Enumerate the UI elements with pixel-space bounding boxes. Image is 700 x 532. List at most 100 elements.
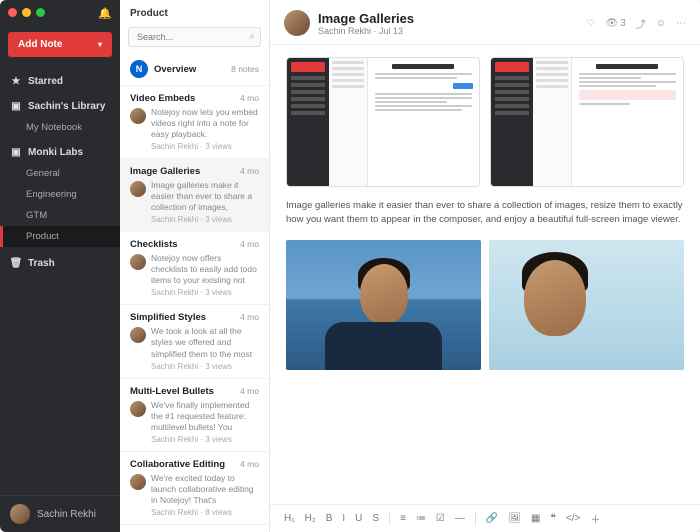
note-header: Image Galleries Sachin Rekhi · Jul 13 ♡ … [270,0,700,45]
sidebar-item-workspace[interactable]: ▣ Monki Labs [0,142,120,163]
list-item-snippet: We've finally implemented the #1 request… [151,400,259,433]
image-gallery[interactable] [286,240,684,370]
toolbar-button[interactable]: H₂ [305,513,316,524]
avatar [10,504,30,524]
list-item-snippet: Image galleries make it easier than ever… [151,180,259,213]
avatar [130,108,146,124]
note-actions: ♡ 👁 3 ⤴ ☺ ⋯ [587,16,686,31]
sidebar-item-library[interactable]: ▣ Sachin's Library [0,96,120,117]
list-item-snippet: Notejoy now lets you embed videos right … [151,107,259,140]
list-item[interactable]: Checklists4 mo Notejoy now offers checkl… [120,232,269,305]
more-button[interactable]: ⋯ [676,18,686,29]
user-footer[interactable]: Sachin Rekhi [0,495,120,532]
sidebar-label: Trash [28,258,55,269]
note-title: Image Galleries [318,11,414,26]
list-item-snippet: We took a look at all the styles we offe… [151,326,259,359]
list-item-title: Collaborative Editing [130,459,225,470]
like-button[interactable]: ♡ [587,18,596,29]
trash-icon: 🗑 [10,258,22,269]
toolbar-button[interactable]: I [342,513,345,524]
list-item-time: 4 mo [240,166,259,176]
list-item-time: 4 mo [240,459,259,469]
avatar [130,254,146,270]
add-note-label: Add Note [18,39,62,50]
sidebar-item-engineering[interactable]: Engineering [0,184,120,205]
search-wrap: ⌕ [128,27,261,47]
list-item-overview[interactable]: NOverview8 notes [120,53,269,86]
sidebar-label: Starred [28,76,63,87]
toolbar-button[interactable]: ▦ [531,513,540,524]
list-item-meta: Sachin Rekhi · 3 views [151,215,259,224]
user-name: Sachin Rekhi [37,509,96,520]
close-dot[interactable] [8,8,17,17]
toolbar-button[interactable]: ＋ [590,511,600,526]
sidebar-item-starred[interactable]: ★ Starred [0,71,120,92]
sidebar-label: Sachin's Library [28,101,105,112]
note-body: Image galleries make it easier than ever… [270,45,700,504]
list-item-title: Video Embeds [130,93,195,104]
sidebar-item-gtm[interactable]: GTM [0,205,120,226]
note-byline: Sachin Rekhi · Jul 13 [318,26,414,36]
note-main: Image Galleries Sachin Rekhi · Jul 13 ♡ … [270,0,700,532]
list-item-time: 4 mo [240,93,259,103]
list-item-meta: Sachin Rekhi · 8 views [151,508,259,517]
star-icon: ★ [10,76,22,87]
list-item[interactable]: Image Galleries 4 mo Image galleries make… [120,159,269,232]
list-item-meta: Sachin Rekhi · 3 views [151,362,259,371]
avatar [130,401,146,417]
gallery-image[interactable] [489,240,684,370]
toolbar-button[interactable]: 🖼 [508,513,521,524]
toolbar-button[interactable]: S [372,513,379,524]
zoom-dot[interactable] [36,8,45,17]
sidebar-item-trash[interactable]: 🗑 Trash [0,253,120,274]
sidebar: 🔔 Add Note ▾ ★ Starred ▣ Sachin's Librar… [0,0,120,532]
toolbar-button[interactable]: ≡ [400,513,406,524]
list-item-title: Image Galleries [130,166,200,177]
toolbar-button[interactable]: — [455,513,465,524]
toolbar-button[interactable]: ≔ [416,513,426,524]
image-gallery[interactable] [286,57,684,187]
list-item[interactable]: Collaborative Editing4 mo We're excited … [120,452,269,525]
toolbar-button[interactable]: </> [566,513,580,524]
sidebar-item-general[interactable]: General [0,163,120,184]
gallery-image[interactable] [490,57,684,187]
add-note-button[interactable]: Add Note ▾ [8,32,112,57]
toolbar-button[interactable]: ❝ [551,513,556,524]
gallery-image[interactable] [286,57,480,187]
gallery-image[interactable] [286,240,481,370]
sidebar-item-product[interactable]: Product [0,226,120,247]
avatar [130,181,146,197]
note-list: Product ⌕ NOverview8 notes Video Embeds 4… [120,0,270,532]
list-item[interactable]: Simplified Styles4 mo We took a look at … [120,305,269,378]
sidebar-item-mynotebook[interactable]: My Notebook [0,117,120,138]
list-item-time: 4 mo [240,312,259,322]
search-input[interactable] [128,27,261,47]
minimize-dot[interactable] [22,8,31,17]
list-item-meta: Sachin Rekhi · 3 views [151,288,259,297]
separator [389,513,390,525]
toolbar-button[interactable]: H₁ [284,513,295,524]
share-button[interactable]: ⤴ [636,16,646,31]
toolbar-button[interactable]: 🔗 [486,513,498,524]
list-item[interactable]: Video Embeds 4 mo Notejoy now lets you em… [120,86,269,159]
library-icon: ▣ [10,101,22,112]
toolbar-button[interactable]: ☑ [436,513,445,524]
list-item-title: Checklists [130,239,178,250]
notebook-badge-icon: N [130,60,148,78]
search-icon: ⌕ [249,31,255,42]
list-item[interactable]: Multi-Level Bullets4 mo We've finally im… [120,379,269,452]
chevron-down-icon: ▾ [98,40,102,49]
window-controls[interactable] [8,8,45,17]
list-item-meta: Sachin Rekhi · 3 views [151,435,259,444]
list-item-meta: Sachin Rekhi · 3 views [151,142,259,151]
workspace-icon: ▣ [10,147,22,158]
notelist-header: Product [120,0,269,23]
toolbar-button[interactable]: B [326,513,333,524]
avatar [284,10,310,36]
avatar [130,327,146,343]
views-count[interactable]: 👁 3 [606,18,626,29]
toolbar-button[interactable]: U [355,513,362,524]
bell-icon[interactable]: 🔔 [98,7,112,20]
reactions-button[interactable]: ☺ [656,18,666,29]
list-item-title: Multi-Level Bullets [130,386,214,397]
